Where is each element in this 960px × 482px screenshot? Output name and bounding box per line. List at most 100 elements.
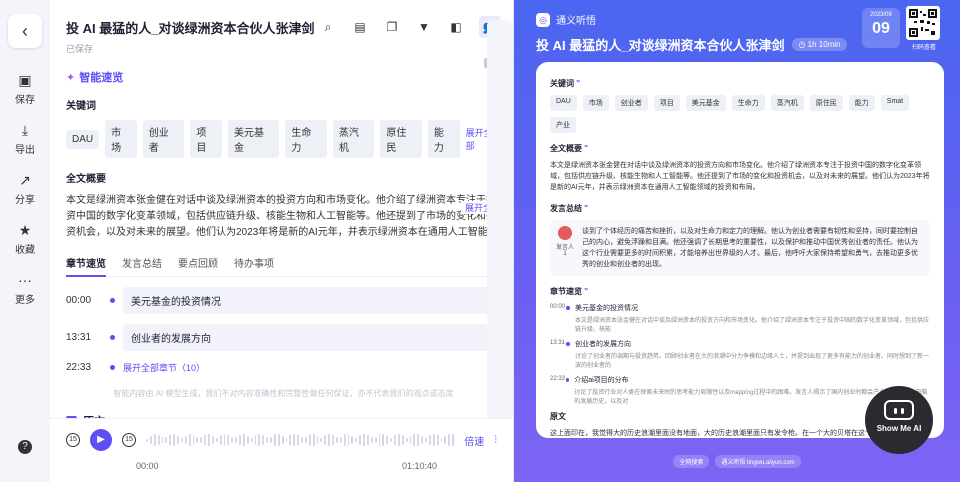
poster-speech-label: 发言总结 ": [550, 203, 930, 214]
keyword-chip: DAU: [550, 95, 577, 111]
waveform-bar: [270, 436, 272, 444]
poster-summary-label: 全文概要 ": [550, 143, 930, 154]
share-icon: ↗: [19, 172, 31, 188]
summary-text: 本文是绿洲资本张金健在对话中谈及绿洲资本的投资方向和市场变化。他介绍了绿洲资本专…: [66, 195, 498, 238]
keyword-chip[interactable]: 美元基金: [227, 120, 280, 158]
filter-icon[interactable]: ▼: [415, 18, 433, 36]
waveform-bar: [149, 435, 152, 445]
waveform-bar: [215, 438, 218, 442]
waveform-bar: [328, 434, 330, 446]
keyword-chip[interactable]: DAU: [66, 129, 100, 149]
chapter-item[interactable]: 13:31 创业者的发展方向: [66, 324, 501, 351]
tab-speech-summary[interactable]: 发言总结: [122, 255, 162, 270]
waveform-bar: [146, 438, 148, 442]
waveform-bar: [370, 437, 373, 443]
screen: ‹ ▣ 保存 ⤓ 导出 ↗ 分享 ★ 收藏 ··· 更多 ? 投 AI 最猛的人_对谈绿洲…: [0, 0, 960, 482]
forward-15-icon[interactable]: 15: [122, 433, 136, 447]
chapter-time: 22:33: [66, 362, 92, 373]
show-me-ai-badge: Show Me AI: [865, 386, 933, 454]
chapter-list: 00:00 美元基金的投资情况 13:31 创业者的发展方向 22:33 展开全…: [66, 287, 501, 374]
help-icon[interactable]: ?: [18, 440, 32, 454]
qr-caption: 扫码查看: [911, 45, 936, 51]
poster-summary: 本文是绿洲资本张金健在对话中谈及绿洲资本的投资方向和市场变化。他介绍了绿洲资本专…: [550, 162, 930, 191]
waveform-bar: [397, 434, 400, 446]
keyword-chip[interactable]: 生命力: [285, 120, 327, 158]
rail-export[interactable]: ⤓ 导出: [15, 122, 35, 156]
chapter-item[interactable]: 22:33 展开全部章节（10）: [66, 361, 501, 374]
timeline-dot: [110, 335, 115, 340]
more-icon: ···: [18, 272, 32, 288]
section-label: 章节速览: [550, 287, 582, 296]
keyword-chip[interactable]: 能力: [427, 120, 460, 158]
waveform-bar: [192, 434, 195, 446]
tab-todos[interactable]: 待办事项: [234, 255, 274, 270]
waveform-bar: [223, 434, 226, 446]
total-time: 01:10:40: [401, 461, 437, 471]
chapter-title: 介绍ai项目的分布: [574, 377, 629, 384]
waveform-bar: [382, 434, 385, 446]
keyword-chip[interactable]: 原住民: [380, 120, 422, 158]
chapter-time: 22:33: [550, 376, 566, 382]
ai-disclaimer: 智能内容由 AI 模型生成，我们不对内容准确性和完整性做任何保证，亦不代表我们的…: [113, 389, 454, 398]
waveform-bar: [405, 437, 408, 443]
rail-favorite[interactable]: ★ 收藏: [15, 222, 35, 256]
waveform-bar: [173, 434, 175, 446]
footer-site: 通义听悟 tingwu.aliyun.com: [715, 455, 801, 468]
waveform-bar: [301, 437, 303, 443]
waveform-bar: [304, 436, 307, 444]
waveform-bar: [444, 436, 447, 444]
search-icon[interactable]: ⌕: [319, 18, 337, 36]
summary-label: 全文概要: [66, 174, 106, 185]
waveform-bar: [246, 435, 249, 445]
keyword-chip: 原住民: [809, 95, 843, 111]
rail-save[interactable]: ▣ 保存: [15, 72, 35, 106]
waveform-scrubber[interactable]: [146, 433, 454, 447]
star-icon: ★: [18, 222, 32, 238]
footer-search-tag: 全网搜索: [673, 455, 710, 468]
keyword-chip: 市场: [582, 95, 609, 111]
chapter-title: 创业者的发展方向: [575, 341, 632, 348]
waveform-bar: [196, 437, 199, 443]
poster-keywords-label: 关键词 ": [550, 78, 930, 89]
rail-more[interactable]: ··· 更多: [15, 272, 35, 306]
title-row: 投 AI 最猛的人_对谈绿洲资本合伙人张津剑 ⌕ ▤ ❐ ▼ ◧ 👥: [66, 16, 501, 38]
waveform-bar: [343, 434, 346, 446]
rail-label: 导出: [15, 145, 35, 156]
document-icon[interactable]: ▤: [351, 18, 369, 36]
layout-icon[interactable]: ◧: [447, 18, 465, 36]
app-window: ‹ ▣ 保存 ⤓ 导出 ↗ 分享 ★ 收藏 ··· 更多 ? 投 AI 最猛的人_对谈绿洲…: [0, 0, 514, 482]
waveform-bar: [308, 434, 311, 446]
avatar-icon: [558, 226, 572, 240]
keyword-chip[interactable]: 市场: [105, 120, 137, 158]
waveform-bar: [211, 435, 214, 445]
copy-icon[interactable]: ❐: [383, 18, 401, 36]
keyword-chip[interactable]: 创业者: [142, 120, 185, 158]
poster-chapter: 00:00 美元基金的投资情况 本文是绿洲资本张金健在对话中谈及绿洲资本的投资方向…: [550, 303, 930, 333]
rail-share[interactable]: ↗ 分享: [15, 172, 35, 206]
waveform-bar: [161, 437, 164, 443]
speed-button[interactable]: 倍速: [464, 433, 484, 448]
poster-brand: ◎ 通义听悟: [536, 12, 596, 27]
waveform-bar: [386, 436, 389, 444]
waveform-bar: [235, 436, 237, 444]
play-button[interactable]: ▶: [90, 429, 112, 451]
waveform-bar: [208, 434, 210, 446]
waveform-bar: [347, 434, 350, 446]
keyword-chip: 生命力: [731, 95, 765, 111]
rewind-15-icon[interactable]: 15: [66, 433, 80, 447]
waveform-bar: [436, 434, 439, 446]
keyword-chip[interactable]: 项目: [190, 120, 222, 158]
back-button[interactable]: ‹: [8, 14, 42, 48]
expand-chapters-link[interactable]: 展开全部章节（10）: [123, 361, 205, 374]
waveform-bar: [231, 437, 234, 443]
waveform-bar: [219, 435, 222, 445]
waveform-bar: [428, 435, 431, 445]
tab-chapters[interactable]: 章节速览: [66, 255, 106, 277]
tab-key-points[interactable]: 要点回顾: [178, 255, 218, 270]
keyword-chip[interactable]: 蒸汽机: [332, 120, 375, 158]
rail-label: 更多: [15, 295, 35, 306]
chapter-item[interactable]: 00:00 美元基金的投资情况: [66, 287, 501, 314]
equalizer-icon[interactable]: ⫶: [494, 434, 497, 447]
quote-icon: ": [584, 287, 589, 296]
timeline-dot: [566, 342, 571, 346]
